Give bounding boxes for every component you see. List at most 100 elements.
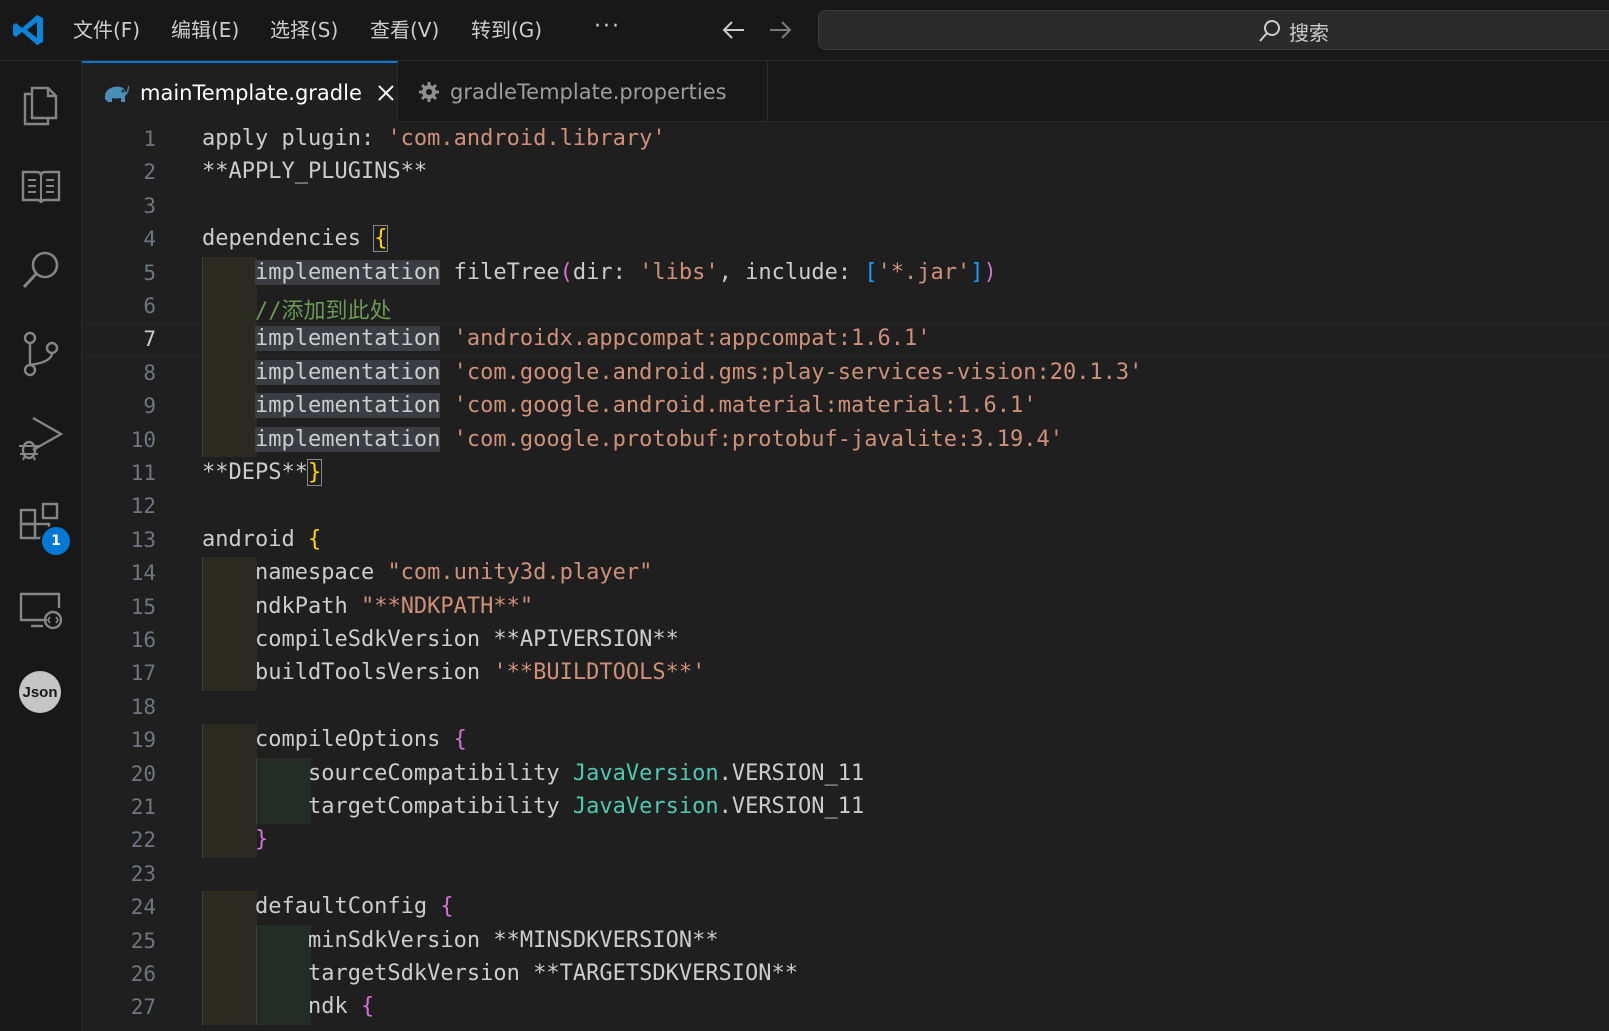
code-text: buildToolsVersion '**BUILDTOOLS**' bbox=[202, 660, 706, 686]
extensions-badge: 1 bbox=[40, 525, 72, 557]
line-number: 18 bbox=[130, 694, 156, 719]
tab-label: gradleTemplate.properties bbox=[450, 79, 727, 104]
code-line[interactable]: 23 bbox=[82, 858, 1609, 891]
line-number: 16 bbox=[130, 628, 156, 652]
code-editor[interactable]: 1 apply plugin: 'com.android.library' 2 **A… bbox=[82, 122, 1609, 1031]
code-line[interactable]: 12 bbox=[82, 490, 1609, 523]
code-text: } bbox=[254, 827, 269, 853]
code-text: **APPLY_PLUGINS** bbox=[202, 159, 428, 185]
code-text: implementation 'com.google.android.gms:p… bbox=[254, 359, 1143, 385]
code-line[interactable]: 22 } bbox=[82, 824, 1609, 858]
code-line[interactable]: 14 namespace "com.unity3d.player" bbox=[82, 557, 1609, 591]
code-text: **DEPS**} bbox=[202, 459, 323, 486]
code-text: apply plugin: 'com.android.library' bbox=[202, 126, 666, 151]
line-number: 11 bbox=[130, 461, 156, 485]
code-line[interactable]: 19 compileOptions { bbox=[82, 724, 1609, 758]
close-icon[interactable] bbox=[376, 83, 396, 103]
tab-label: mainTemplate.gradle bbox=[140, 80, 362, 105]
command-search-box[interactable]: 搜索 bbox=[818, 10, 1609, 50]
line-number: 5 bbox=[143, 260, 156, 285]
code-line[interactable]: 25 minSdkVersion **MINSDKVERSION** bbox=[82, 924, 1609, 958]
line-number: 1 bbox=[143, 127, 156, 151]
code-line[interactable]: 27 ndk { bbox=[82, 991, 1609, 1025]
tab-gradle-template-properties[interactable]: gradleTemplate.properties bbox=[398, 61, 768, 122]
menu-selection[interactable]: 选择(S) bbox=[270, 16, 338, 44]
line-number: 21 bbox=[130, 795, 156, 819]
line-number: 15 bbox=[130, 594, 156, 619]
code-line[interactable]: 4 dependencies { bbox=[82, 223, 1609, 256]
line-number: 8 bbox=[143, 360, 156, 385]
source-control-icon[interactable] bbox=[16, 329, 66, 379]
line-number: 13 bbox=[130, 527, 156, 552]
line-number: 7 bbox=[143, 327, 156, 352]
line-number: 9 bbox=[143, 394, 156, 419]
code-line[interactable]: 16 compileSdkVersion **APIVERSION** bbox=[82, 624, 1609, 658]
code-line[interactable]: 13 android { bbox=[82, 524, 1609, 557]
code-line[interactable]: 5 implementation fileTree(dir: 'libs', i… bbox=[82, 256, 1609, 290]
menu-more-icon[interactable]: ··· bbox=[594, 14, 621, 39]
files-icon[interactable] bbox=[16, 79, 66, 129]
menu-view[interactable]: 查看(V) bbox=[370, 16, 439, 44]
menu-go[interactable]: 转到(G) bbox=[471, 16, 542, 44]
activity-bar: 1 Json bbox=[0, 61, 82, 1031]
code-line[interactable]: 17 buildToolsVersion '**BUILDTOOLS**' bbox=[82, 657, 1609, 691]
code-line[interactable]: 7 implementation 'androidx.appcompat:app… bbox=[82, 323, 1609, 357]
code-line[interactable]: 6 //添加到此处 bbox=[82, 290, 1609, 324]
code-line[interactable]: 2 **APPLY_PLUGINS** bbox=[82, 156, 1609, 189]
line-number: 6 bbox=[143, 294, 156, 318]
code-text: defaultConfig { bbox=[202, 894, 454, 920]
code-line[interactable]: 26 targetSdkVersion **TARGETSDKVERSION** bbox=[82, 958, 1609, 992]
line-number: 12 bbox=[130, 494, 156, 519]
line-number: 22 bbox=[130, 828, 156, 853]
code-line[interactable]: 1 apply plugin: 'com.android.library' bbox=[82, 123, 1609, 156]
code-text: minSdkVersion **MINSDKVERSION** bbox=[202, 927, 719, 953]
code-line[interactable]: 11 **DEPS**} bbox=[82, 457, 1609, 490]
line-number: 19 bbox=[130, 728, 156, 753]
tab-main-template-gradle[interactable]: mainTemplate.gradle bbox=[82, 61, 398, 122]
search-icon bbox=[1259, 20, 1280, 42]
arrow-right-icon[interactable] bbox=[766, 16, 794, 44]
line-number: 27 bbox=[130, 995, 156, 1020]
line-number: 2 bbox=[143, 160, 156, 185]
code-text: targetCompatibility JavaVersion.VERSION_… bbox=[202, 794, 865, 819]
code-line[interactable]: 9 implementation 'com.google.android.mat… bbox=[82, 390, 1609, 424]
remote-explorer-icon[interactable] bbox=[16, 585, 66, 635]
code-text: ndkPath "**NDKPATH**" bbox=[202, 593, 534, 619]
line-number: 17 bbox=[130, 661, 156, 686]
line-number: 24 bbox=[130, 895, 156, 920]
run-debug-icon[interactable] bbox=[16, 413, 66, 463]
code-line[interactable]: 18 bbox=[82, 691, 1609, 724]
code-text: compileSdkVersion **APIVERSION** bbox=[202, 627, 679, 652]
search-placeholder: 搜索 bbox=[1289, 21, 1329, 45]
code-line[interactable]: 10 implementation 'com.google.protobuf:p… bbox=[82, 423, 1609, 457]
code-text: compileOptions { bbox=[202, 727, 467, 753]
code-line[interactable]: 20 sourceCompatibility JavaVersion.VERSI… bbox=[82, 757, 1609, 791]
code-line[interactable]: 3 bbox=[82, 190, 1609, 223]
gradle-elephant-icon bbox=[102, 81, 130, 105]
code-line[interactable]: 15 ndkPath "**NDKPATH**" bbox=[82, 590, 1609, 624]
menu-edit[interactable]: 编辑(E) bbox=[171, 16, 239, 44]
line-number: 14 bbox=[130, 561, 156, 586]
line-number: 4 bbox=[143, 227, 156, 252]
arrow-left-icon[interactable] bbox=[720, 16, 748, 44]
code-text: //添加到此处 bbox=[254, 299, 392, 324]
menu-file[interactable]: 文件(F) bbox=[73, 16, 140, 44]
code-text: dependencies { bbox=[202, 225, 389, 253]
line-number: 26 bbox=[130, 962, 156, 986]
vscode-logo-icon[interactable] bbox=[12, 13, 46, 47]
code-line[interactable]: 21 targetCompatibility JavaVersion.VERSI… bbox=[82, 791, 1609, 825]
line-number: 3 bbox=[143, 193, 156, 218]
line-number: 10 bbox=[130, 427, 156, 452]
title-bar: 文件(F) 编辑(E) 选择(S) 查看(V) 转到(G) ··· 搜索 bbox=[0, 0, 1609, 61]
line-number: 23 bbox=[130, 861, 156, 886]
code-text: android { bbox=[202, 526, 322, 552]
code-text: implementation fileTree(dir: 'libs', inc… bbox=[254, 259, 997, 285]
code-line[interactable]: 8 implementation 'com.google.android.gms… bbox=[82, 356, 1609, 391]
book-icon[interactable] bbox=[16, 161, 66, 211]
code-line[interactable]: 24 defaultConfig { bbox=[82, 891, 1609, 925]
code-text: implementation 'androidx.appcompat:appco… bbox=[254, 326, 931, 352]
code-text: implementation 'com.google.protobuf:prot… bbox=[254, 426, 1063, 452]
json-icon[interactable]: Json bbox=[19, 671, 61, 713]
search-icon[interactable] bbox=[16, 245, 66, 295]
code-text: sourceCompatibility JavaVersion.VERSION_… bbox=[202, 760, 865, 786]
